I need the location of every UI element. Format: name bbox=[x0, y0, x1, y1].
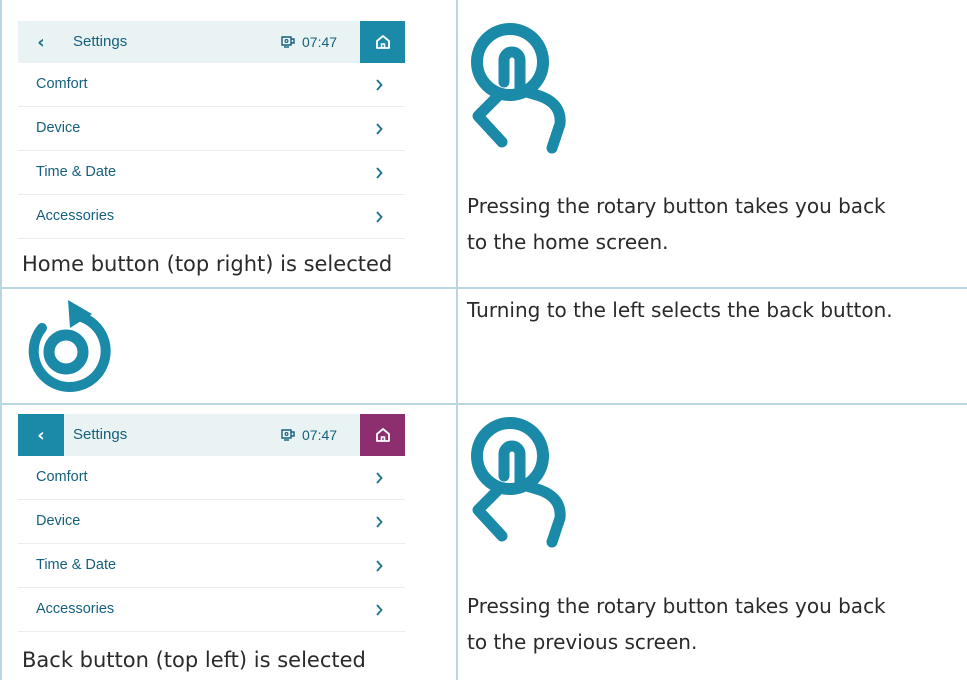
table-border-left bbox=[0, 0, 2, 680]
home-icon bbox=[375, 35, 390, 49]
menu-item-time-date[interactable]: Time & Date bbox=[18, 544, 405, 588]
boiler-icon bbox=[281, 429, 295, 441]
table-border-middle bbox=[456, 0, 458, 680]
chevron-right-icon bbox=[375, 456, 383, 499]
screen-header: ‹ Settings 07:47 bbox=[18, 21, 405, 63]
screen-title: Settings bbox=[73, 33, 128, 50]
menu-item-comfort[interactable]: Comfort bbox=[18, 456, 405, 500]
home-button[interactable] bbox=[360, 21, 405, 63]
menu-item-comfort[interactable]: Comfort bbox=[18, 63, 405, 107]
chevron-left-icon: ‹ bbox=[37, 31, 45, 53]
finger-press-icon bbox=[471, 23, 566, 154]
status-area: 07:47 bbox=[280, 21, 337, 63]
clock-time: 07:47 bbox=[302, 427, 338, 443]
instruction-table: ‹ Settings 07:47 Comfort Device Time & D… bbox=[0, 0, 967, 680]
table-border-row-2 bbox=[0, 403, 967, 405]
chevron-right-icon bbox=[375, 588, 383, 631]
description-step-1: Pressing the rotary button takes you bac… bbox=[467, 194, 886, 254]
rotate-left-icon bbox=[28, 300, 111, 392]
chevron-right-icon bbox=[375, 544, 383, 587]
finger-press-icon bbox=[471, 417, 566, 548]
caption-back-selected: Back button (top left) is selected bbox=[22, 648, 366, 672]
home-button[interactable] bbox=[360, 414, 405, 456]
menu-item-accessories[interactable]: Accessories bbox=[18, 588, 405, 632]
device-screen-back-selected: ‹ Settings 07:47 Comfort Device Time & D… bbox=[18, 414, 405, 632]
menu-item-device[interactable]: Device bbox=[18, 107, 405, 151]
chevron-right-icon bbox=[375, 500, 383, 543]
home-icon bbox=[375, 428, 390, 442]
screen-title: Settings bbox=[73, 426, 128, 443]
chevron-left-icon: ‹ bbox=[37, 424, 45, 446]
table-border-row-1 bbox=[0, 287, 967, 289]
device-screen-home-selected: ‹ Settings 07:47 Comfort Device Time & D… bbox=[18, 21, 405, 239]
caption-home-selected: Home button (top right) is selected bbox=[22, 252, 393, 276]
chevron-right-icon bbox=[375, 107, 383, 150]
back-button[interactable]: ‹ bbox=[18, 414, 64, 456]
boiler-icon bbox=[281, 36, 295, 48]
description-step-3: Pressing the rotary button takes you bac… bbox=[467, 594, 886, 654]
menu-item-accessories[interactable]: Accessories bbox=[18, 195, 405, 239]
back-button[interactable]: ‹ bbox=[18, 21, 64, 63]
chevron-right-icon bbox=[375, 151, 383, 194]
screen-header: ‹ Settings 07:47 bbox=[18, 414, 405, 456]
chevron-right-icon bbox=[375, 195, 383, 238]
clock-time: 07:47 bbox=[302, 34, 338, 50]
menu-item-device[interactable]: Device bbox=[18, 500, 405, 544]
status-area: 07:47 bbox=[280, 414, 337, 456]
chevron-right-icon bbox=[375, 63, 383, 106]
description-step-2: Turning to the left selects the back but… bbox=[467, 298, 893, 322]
menu-item-time-date[interactable]: Time & Date bbox=[18, 151, 405, 195]
